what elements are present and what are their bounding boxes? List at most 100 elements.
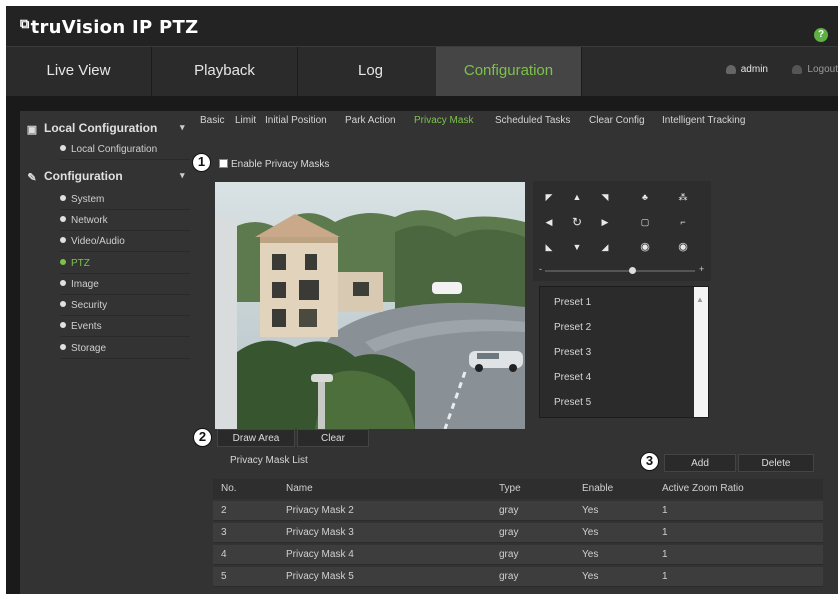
draw-area-button[interactable]: Draw Area (217, 429, 295, 447)
subtab-intelligent-tracking[interactable]: Intelligent Tracking (662, 115, 745, 126)
sidebar-header-configuration[interactable]: ✎ Configuration ▾ (26, 169, 184, 184)
callout-marker: 2 (193, 428, 212, 447)
sidebar-item-network[interactable]: Network (60, 211, 190, 231)
cell-no: 5 (221, 571, 227, 582)
pan-right-icon[interactable]: ▶ (593, 214, 617, 230)
subtab-privacy-mask[interactable]: Privacy Mask (414, 115, 473, 126)
add-button[interactable]: Add (664, 454, 736, 472)
sidebar-item-system[interactable]: System (60, 190, 190, 210)
chevron-down-icon: ▾ (180, 170, 185, 180)
content-panel: ▣ Local Configuration ▾ Local Configurati… (20, 111, 838, 594)
scroll-up-icon[interactable]: ▲ (696, 295, 704, 304)
user-menu[interactable]: admin (725, 64, 768, 75)
callout-marker: 3 (640, 452, 659, 471)
subtab-clear-config[interactable]: Clear Config (589, 115, 645, 126)
cell-name: Privacy Mask 2 (286, 505, 354, 516)
table-row[interactable]: 3 Privacy Mask 3 gray Yes 1 (213, 523, 823, 543)
enable-privacy-masks-label: Enable Privacy Masks (231, 159, 330, 170)
sidebar-header-local[interactable]: ▣ Local Configuration ▾ (26, 121, 185, 136)
tab-live-view[interactable]: Live View (6, 47, 152, 97)
sidebar-header-local-label: Local Configuration (44, 121, 158, 135)
auto-scan-icon[interactable]: ↻ (565, 214, 589, 230)
sidebar-item-events[interactable]: Events (60, 317, 190, 337)
sidebar-item-video-audio[interactable]: Video/Audio (60, 232, 190, 252)
sidebar-item-image[interactable]: Image (60, 275, 190, 295)
preset-item[interactable]: Preset 1 (554, 297, 591, 308)
cell-type: gray (499, 549, 519, 560)
subtab-basic[interactable]: Basic (200, 115, 224, 126)
iris-open-icon[interactable]: ▢ (633, 214, 657, 230)
table-row[interactable]: 4 Privacy Mask 4 gray Yes 1 (213, 545, 823, 565)
cell-name: Privacy Mask 3 (286, 527, 354, 538)
column-header-enable: Enable (582, 483, 614, 494)
subtab-initial-position[interactable]: Initial Position (265, 115, 327, 126)
ptz-speed-slider[interactable] (545, 267, 695, 274)
sidebar-item-security[interactable]: Security (60, 296, 190, 316)
cell-type: gray (499, 571, 519, 582)
slider-min-label: - (539, 264, 542, 274)
logout-label: Logout (807, 64, 838, 75)
monitor-gear-icon: ▣ (26, 124, 38, 136)
camera-scene-image (215, 182, 525, 429)
ptz-speed-slider-knob[interactable] (629, 267, 636, 274)
enable-privacy-masks-checkbox[interactable] (219, 159, 228, 168)
logo-mark-icon: ⧉ (20, 17, 30, 32)
logout-link[interactable]: Logout (792, 64, 838, 75)
preset-item[interactable]: Preset 5 (554, 397, 591, 408)
column-header-name: Name (286, 483, 313, 494)
content-area: ▣ Local Configuration ▾ Local Configurati… (6, 96, 838, 594)
privacy-mask-list-title: Privacy Mask List (230, 455, 308, 466)
callout-marker: 1 (192, 153, 211, 172)
pan-left-icon[interactable]: ◀ (537, 214, 561, 230)
table-row[interactable]: 5 Privacy Mask 5 gray Yes 1 (213, 567, 823, 587)
preset-item[interactable]: Preset 2 (554, 322, 591, 333)
cell-type: gray (499, 527, 519, 538)
table-row[interactable]: 2 Privacy Mask 2 gray Yes 1 (213, 501, 823, 521)
slider-max-label: + (699, 264, 705, 274)
sidebar: ▣ Local Configuration ▾ Local Configurati… (20, 111, 193, 594)
username: admin (740, 64, 768, 75)
wrench-icon: ✎ (27, 172, 37, 184)
sidebar-item-local-configuration[interactable]: Local Configuration (60, 140, 190, 160)
sidebar-header-configuration-label: Configuration (44, 169, 123, 183)
tab-log[interactable]: Log (298, 47, 444, 97)
pan-down-right-icon[interactable]: ◢ (593, 239, 617, 255)
top-bar: ⧉truVision IP PTZ ? (6, 6, 838, 46)
light-icon[interactable]: ◉ (633, 239, 657, 255)
live-video-preview[interactable] (215, 182, 525, 429)
preset-item[interactable]: Preset 4 (554, 372, 591, 383)
help-icon[interactable]: ? (814, 28, 828, 42)
cell-enable: Yes (582, 571, 599, 582)
sidebar-item-storage[interactable]: Storage (60, 339, 190, 359)
preset-item[interactable]: Preset 3 (554, 347, 591, 358)
pan-up-left-icon[interactable]: ◤ (537, 189, 561, 205)
sidebar-item-ptz[interactable]: PTZ (60, 254, 190, 274)
app-logo: ⧉truVision IP PTZ (20, 17, 198, 38)
delete-button[interactable]: Delete (738, 454, 814, 472)
preset-scrollbar[interactable]: ▲ (694, 287, 708, 417)
wiper-icon[interactable]: ◉ (671, 239, 695, 255)
tab-configuration[interactable]: Configuration (436, 47, 582, 97)
enable-privacy-masks[interactable]: Enable Privacy Masks (219, 159, 329, 170)
cell-name: Privacy Mask 5 (286, 571, 354, 582)
iris-close-icon[interactable]: ⌐ (671, 214, 695, 230)
cell-name: Privacy Mask 4 (286, 549, 354, 560)
cell-enable: Yes (582, 549, 599, 560)
pan-down-icon[interactable]: ▼ (565, 239, 589, 255)
cell-enable: Yes (582, 527, 599, 538)
user-icon (725, 64, 736, 74)
preset-list: Preset 1 Preset 2 Preset 3 Preset 4 Pres… (539, 286, 709, 418)
subtab-scheduled-tasks[interactable]: Scheduled Tasks (495, 115, 570, 126)
cell-no: 3 (221, 527, 227, 538)
pan-up-icon[interactable]: ▲ (565, 189, 589, 205)
subtab-park-action[interactable]: Park Action (345, 115, 396, 126)
ptz-control-panel: ◤ ▲ ◥ ◀ ↻ ▶ ◣ ▼ ◢ ♣ ⁂ ▢ ⌐ ◉ ◉ - + (533, 181, 711, 281)
pan-up-right-icon[interactable]: ◥ (593, 189, 617, 205)
zoom-in-icon[interactable]: ⁂ (671, 189, 695, 205)
cell-no: 2 (221, 505, 227, 516)
tab-playback[interactable]: Playback (152, 47, 298, 97)
focus-icon[interactable]: ♣ (633, 189, 657, 205)
clear-button[interactable]: Clear (297, 429, 369, 447)
pan-down-left-icon[interactable]: ◣ (537, 239, 561, 255)
subtab-limit[interactable]: Limit (235, 115, 256, 126)
